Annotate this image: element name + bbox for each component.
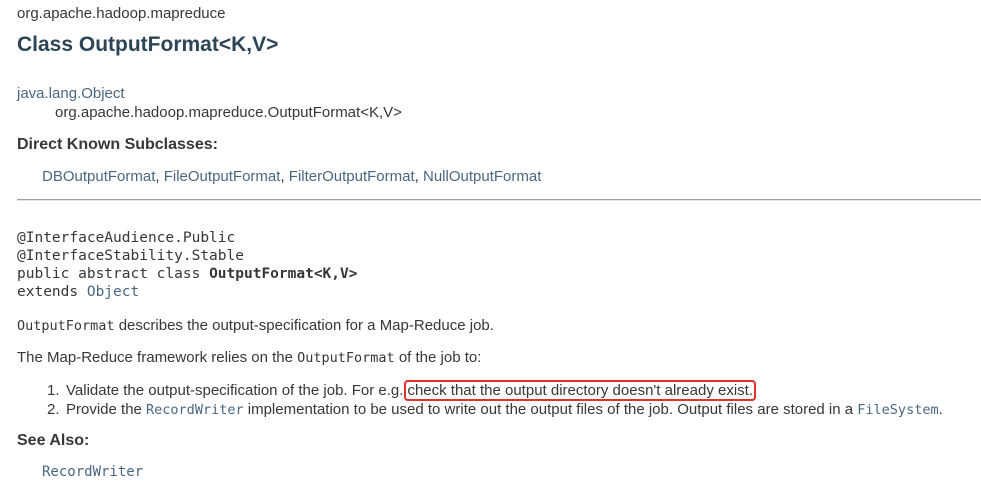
list-item-text: Validate the output-specification of the…	[66, 382, 404, 399]
declaration-prefix: public abstract class	[17, 266, 210, 282]
subclasses-list: DBOutputFormat, FileOutputFormat, Filter…	[42, 168, 541, 185]
subclass-link-dboutputformat[interactable]: DBOutputFormat	[42, 168, 155, 185]
recordwriter-link[interactable]: RecordWriter	[146, 402, 244, 418]
subclasses-heading: Direct Known Subclasses:	[17, 136, 218, 153]
package-label: org.apache.hadoop.mapreduce	[17, 5, 226, 22]
see-also-heading: See Also:	[17, 432, 90, 449]
list-item: 2. Provide the RecordWriter implementatio…	[47, 400, 943, 419]
extends-clause: extends Object	[17, 283, 357, 301]
description-paragraph-2: The Map-Reduce framework relies on the O…	[17, 349, 481, 366]
see-also-recordwriter-link[interactable]: RecordWriter	[42, 464, 143, 480]
subclass-link-filteroutputformat[interactable]: FilterOutputFormat	[289, 168, 415, 185]
list-item-text: .	[938, 401, 943, 418]
object-link[interactable]: Object	[87, 284, 139, 300]
list-item: 1. Validate the output-specification of t…	[47, 380, 943, 401]
class-declaration: public abstract class OutputFormat<K,V>	[17, 265, 357, 283]
responsibilities-list: 1. Validate the output-specification of t…	[47, 380, 943, 419]
subclass-link-fileoutputformat[interactable]: FileOutputFormat	[164, 168, 281, 185]
filesystem-link[interactable]: FileSystem	[857, 402, 938, 418]
section-divider	[17, 199, 981, 201]
highlighted-text: check that the output directory doesn't …	[404, 380, 756, 401]
inheritance-child: org.apache.hadoop.mapreduce.OutputFormat…	[55, 104, 402, 121]
declaration-class-name: OutputFormat<K,V>	[209, 266, 358, 282]
list-item-number: 1.	[47, 382, 60, 399]
subclass-link-nulloutputformat[interactable]: NullOutputFormat	[423, 168, 541, 185]
see-also-list: RecordWriter	[42, 464, 143, 480]
subclass-separator: ,	[280, 168, 289, 185]
class-signature: @InterfaceAudience.Public @InterfaceStab…	[17, 229, 357, 301]
list-item-number: 2.	[47, 401, 60, 418]
subclass-separator: ,	[155, 168, 164, 185]
description-text-1: describes the output-specification for a…	[114, 317, 494, 334]
description-text-2: The Map-Reduce framework relies on the	[17, 349, 298, 366]
annotation-stability: @InterfaceStability.Stable	[17, 248, 244, 264]
annotation-audience: @InterfaceAudience.Public	[17, 230, 236, 246]
java-lang-object-link[interactable]: java.lang.Object	[17, 85, 125, 102]
extends-keyword: extends	[17, 284, 87, 300]
page-title: Class OutputFormat<K,V>	[17, 33, 279, 56]
outputformat-code: OutputFormat	[297, 350, 395, 366]
outputformat-code: OutputFormat	[17, 318, 115, 334]
description-text-2-suffix: of the job to:	[394, 349, 482, 366]
subclass-separator: ,	[414, 168, 423, 185]
list-item-text: Provide the	[66, 401, 147, 418]
list-item-text: implementation to be used to write out t…	[243, 401, 858, 418]
inheritance-root: java.lang.Object	[17, 85, 125, 102]
description-paragraph-1: OutputFormat describes the output-specif…	[17, 317, 494, 334]
